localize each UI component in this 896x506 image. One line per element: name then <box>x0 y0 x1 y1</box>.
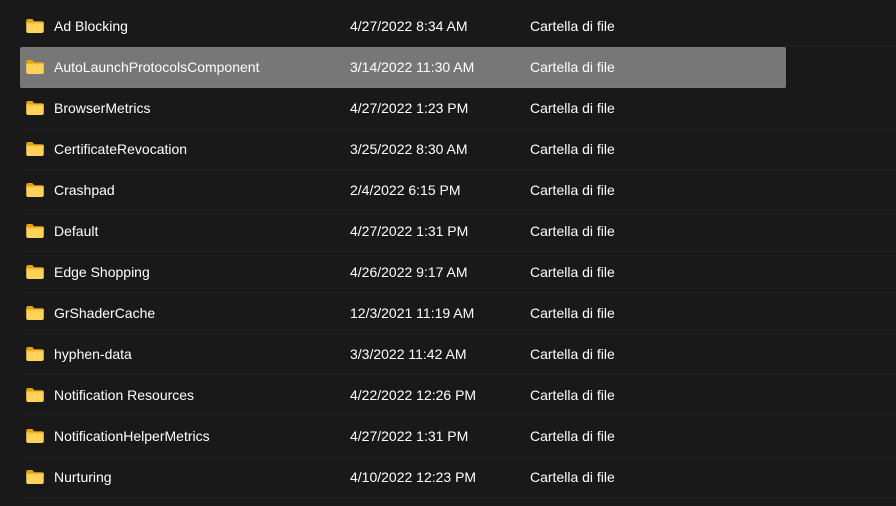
file-row[interactable]: BrowserMetrics 4/27/2022 1:23 PMCartella … <box>20 88 896 129</box>
file-name-cell: GrShaderCache <box>20 305 350 321</box>
file-type: Cartella di file <box>530 346 615 362</box>
file-date: 4/27/2022 8:34 AM <box>350 18 530 34</box>
file-name: hyphen-data <box>54 346 132 362</box>
file-date: 4/26/2022 9:17 AM <box>350 264 530 280</box>
file-row[interactable]: GrShaderCache 12/3/2021 11:19 AMCartella … <box>20 293 896 334</box>
file-date: 3/3/2022 11:42 AM <box>350 346 530 362</box>
file-name: CertificateRevocation <box>54 141 187 157</box>
folder-icon <box>26 101 44 115</box>
file-type: Cartella di file <box>530 469 615 485</box>
file-type: Cartella di file <box>530 141 615 157</box>
file-name: Edge Shopping <box>54 264 150 280</box>
file-date: 3/14/2022 11:30 AM <box>350 59 530 75</box>
file-name: Ad Blocking <box>54 18 128 34</box>
file-row[interactable]: AutoLaunchProtocolsComponent 3/14/2022 11… <box>20 47 786 88</box>
folder-icon <box>26 265 44 279</box>
file-name: Default <box>54 223 98 239</box>
file-date: 4/22/2022 12:26 PM <box>350 387 530 403</box>
file-date: 2/4/2022 6:15 PM <box>350 182 530 198</box>
folder-icon <box>26 60 44 74</box>
folder-icon <box>26 19 44 33</box>
folder-icon <box>26 429 44 443</box>
folder-icon <box>26 388 44 402</box>
file-row[interactable]: Nurturing 4/10/2022 12:23 PMCartella di f… <box>20 457 896 498</box>
file-name: Crashpad <box>54 182 115 198</box>
file-name-cell: Edge Shopping <box>20 264 350 280</box>
file-row[interactable]: Notification Resources 4/22/2022 12:26 PM… <box>20 375 896 416</box>
file-list: Ad Blocking4/27/2022 8:34 AMCartella di … <box>0 0 896 498</box>
file-type: Cartella di file <box>530 18 615 34</box>
file-date: 12/3/2021 11:19 AM <box>350 305 530 321</box>
file-row[interactable]: Default 4/27/2022 1:31 PMCartella di file <box>20 211 896 252</box>
file-name-cell: Nurturing <box>20 469 350 485</box>
file-row[interactable]: Crashpad 2/4/2022 6:15 PMCartella di file <box>20 170 896 211</box>
file-name: BrowserMetrics <box>54 100 150 116</box>
folder-icon <box>26 306 44 320</box>
file-type: Cartella di file <box>530 182 615 198</box>
file-name-cell: Ad Blocking <box>20 18 350 34</box>
file-name-cell: CertificateRevocation <box>20 141 350 157</box>
file-type: Cartella di file <box>530 387 615 403</box>
file-date: 3/25/2022 8:30 AM <box>350 141 530 157</box>
file-date: 4/27/2022 1:31 PM <box>350 223 530 239</box>
file-type: Cartella di file <box>530 305 615 321</box>
file-name-cell: Crashpad <box>20 182 350 198</box>
file-type: Cartella di file <box>530 59 615 75</box>
file-name-cell: Default <box>20 223 350 239</box>
file-row[interactable]: hyphen-data 3/3/2022 11:42 AMCartella di … <box>20 334 896 375</box>
file-name: Notification Resources <box>54 387 194 403</box>
file-row[interactable]: NotificationHelperMetrics 4/27/2022 1:31 … <box>20 416 896 457</box>
file-name: AutoLaunchProtocolsComponent <box>54 59 259 75</box>
file-date: 4/27/2022 1:23 PM <box>350 100 530 116</box>
file-name-cell: BrowserMetrics <box>20 100 350 116</box>
folder-icon <box>26 224 44 238</box>
file-date: 4/10/2022 12:23 PM <box>350 469 530 485</box>
file-name: GrShaderCache <box>54 305 155 321</box>
file-type: Cartella di file <box>530 264 615 280</box>
file-name-cell: NotificationHelperMetrics <box>20 428 350 444</box>
file-type: Cartella di file <box>530 100 615 116</box>
file-date: 4/27/2022 1:31 PM <box>350 428 530 444</box>
file-type: Cartella di file <box>530 223 615 239</box>
file-name: NotificationHelperMetrics <box>54 428 210 444</box>
folder-icon <box>26 347 44 361</box>
file-name-cell: hyphen-data <box>20 346 350 362</box>
file-type: Cartella di file <box>530 428 615 444</box>
folder-icon <box>26 470 44 484</box>
file-row[interactable]: Edge Shopping 4/26/2022 9:17 AMCartella d… <box>20 252 896 293</box>
file-name-cell: Notification Resources <box>20 387 350 403</box>
file-name-cell: AutoLaunchProtocolsComponent <box>20 59 350 75</box>
folder-icon <box>26 183 44 197</box>
file-name: Nurturing <box>54 469 112 485</box>
file-row[interactable]: Ad Blocking 4/27/2022 8:34 AMCartella di … <box>20 6 896 47</box>
folder-icon <box>26 142 44 156</box>
file-row[interactable]: CertificateRevocation 3/25/2022 8:30 AMCa… <box>20 129 896 170</box>
